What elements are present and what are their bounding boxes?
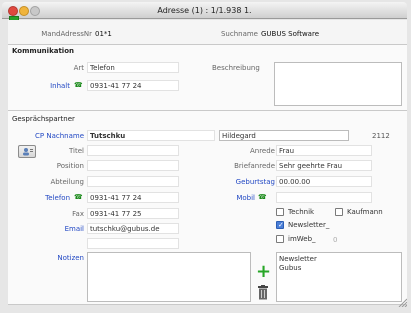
newsletter-checkbox[interactable]: ✓	[276, 221, 284, 229]
art-field[interactable]: Telefon	[87, 62, 179, 73]
resize-grip-icon[interactable]	[397, 297, 408, 308]
email-field[interactable]: tutschku@gubus.de	[87, 223, 179, 234]
suchname-label: Suchname	[220, 30, 258, 38]
category-list[interactable]: Newsletter Gubus	[276, 252, 402, 302]
abteilung-label: Abteilung	[50, 178, 85, 186]
imweb-count: 0	[333, 236, 338, 244]
phone-icon[interactable]: ☎	[74, 193, 83, 201]
phone-icon[interactable]: ☎	[74, 81, 83, 89]
inhalt-label[interactable]: Inhalt	[40, 82, 70, 90]
imweb-label: imWeb_	[288, 235, 316, 243]
kommunikation-title: Kommunikation	[12, 47, 74, 55]
briefanrede-field[interactable]: Sehr geehrte Frau	[276, 160, 372, 171]
kaufmann-label: Kaufmann	[347, 208, 383, 216]
technik-label: Technik	[288, 208, 315, 216]
window-titlebar[interactable]: Adresse (1) : 1/1.938 1.	[2, 2, 407, 19]
fax-label: Fax	[72, 210, 84, 218]
technik-checkbox[interactable]	[276, 208, 284, 216]
cp-nachname-field[interactable]: Tutschku	[87, 130, 215, 141]
position-label: Position	[56, 162, 84, 170]
beschreibung-label: Beschreibung	[212, 64, 260, 72]
geburtstag-field[interactable]: 00.00.00	[276, 176, 372, 187]
titel-label: Titel	[68, 147, 84, 155]
cp-nachname-label[interactable]: CP Nachname	[20, 132, 84, 140]
address-book-icon[interactable]	[18, 145, 36, 158]
mobil-field[interactable]	[276, 192, 372, 203]
telefon-field[interactable]: 0931-41 77 24	[87, 192, 179, 203]
anrede-label: Anrede	[249, 147, 275, 155]
kaufmann-checkbox[interactable]	[335, 208, 343, 216]
inhalt-field[interactable]: 0931-41 77 24	[87, 80, 179, 91]
imweb-checkbox[interactable]	[276, 235, 284, 243]
gespraechspartner-title: Gesprächspartner	[12, 115, 75, 123]
notizen-textarea[interactable]	[87, 252, 251, 302]
art-label: Art	[73, 64, 84, 72]
anrede-field[interactable]: Frau	[276, 145, 372, 156]
notizen-label[interactable]: Notizen	[40, 254, 84, 262]
briefanrede-label: Briefanrede	[234, 162, 275, 170]
abteilung-field[interactable]	[87, 176, 179, 187]
email-extra-field[interactable]	[87, 238, 179, 249]
mandadressnr-value: 01*1	[95, 30, 112, 38]
suchname-value: GUBUS Software	[261, 30, 319, 38]
beschreibung-textarea[interactable]	[274, 62, 402, 106]
fax-field[interactable]: 0931-41 77 25	[87, 208, 179, 219]
list-item[interactable]: Newsletter	[279, 255, 399, 264]
mobil-label[interactable]: Mobil	[225, 194, 255, 202]
list-item[interactable]: Gubus	[279, 264, 399, 273]
add-icon[interactable]: +	[256, 263, 271, 281]
check-icon: ✓	[278, 221, 284, 229]
mandadressnr-label: MandAdressNr	[41, 30, 92, 38]
vorname-field[interactable]: Hildegard	[219, 130, 349, 141]
phone-icon[interactable]: ☎	[258, 193, 267, 201]
newsletter-label: Newsletter_	[288, 221, 330, 229]
titel-field[interactable]	[87, 145, 179, 156]
geburtstag-label[interactable]: Geburtstag	[225, 178, 275, 186]
telefon-label[interactable]: Telefon	[40, 194, 70, 202]
window-title: Adresse (1) : 1/1.938 1.	[157, 6, 252, 15]
record-id: 2112	[372, 132, 390, 140]
position-field[interactable]	[87, 160, 179, 171]
trash-icon[interactable]	[258, 285, 268, 300]
email-label[interactable]: Email	[40, 225, 84, 233]
